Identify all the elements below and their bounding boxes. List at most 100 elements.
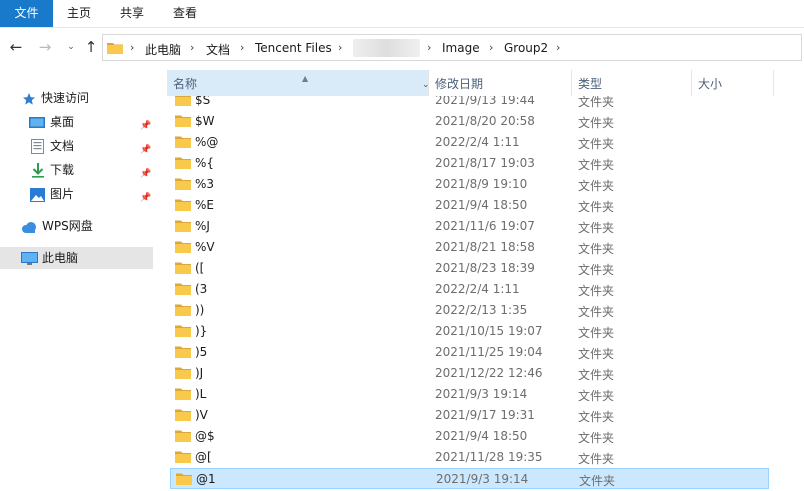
- file-modified-date: 2021/11/25 19:04: [435, 345, 543, 359]
- file-name: )L: [195, 387, 207, 401]
- file-row[interactable]: %@ 2022/2/4 1:11 文件夹: [170, 132, 769, 153]
- breadcrumb-chevron-icon: ›: [489, 41, 494, 54]
- forward-button[interactable]: →: [36, 38, 54, 56]
- breadcrumb-tencent-files[interactable]: Tencent Files: [255, 41, 332, 55]
- breadcrumb-this-pc[interactable]: 此电脑: [145, 41, 181, 58]
- file-row[interactable]: %V 2021/8/21 18:58 文件夹: [170, 237, 769, 258]
- pin-icon[interactable]: 📌: [140, 115, 151, 137]
- sidebar-item-this-pc[interactable]: 此电脑: [0, 247, 153, 269]
- file-row[interactable]: )) 2022/2/13 1:35 文件夹: [170, 300, 769, 321]
- file-type: 文件夹: [578, 284, 615, 298]
- column-header-label: 类型: [578, 77, 603, 91]
- file-modified-date: 2021/9/3 19:14: [436, 472, 529, 486]
- file-row[interactable]: $S 2021/9/13 19:44 文件夹: [170, 96, 769, 111]
- pin-icon[interactable]: 📌: [140, 139, 151, 161]
- column-header-date[interactable]: 修改日期: [429, 70, 572, 96]
- folder-icon: [107, 41, 123, 57]
- folder-icon: [175, 156, 191, 172]
- folder-icon: [175, 408, 191, 424]
- folder-icon: [175, 177, 191, 193]
- address-bar[interactable]: › 此电脑 › 文档 › Tencent Files › › Image › G…: [102, 34, 802, 61]
- breadcrumb-image[interactable]: Image: [442, 41, 480, 55]
- folder-icon: [175, 198, 191, 214]
- redacted-breadcrumb: [353, 39, 420, 57]
- sidebar-item-label: 文档: [50, 139, 75, 153]
- file-row[interactable]: %E 2021/9/4 18:50 文件夹: [170, 195, 769, 216]
- file-name: ([: [195, 261, 205, 275]
- file-row[interactable]: $W 2021/8/20 20:58 文件夹: [170, 111, 769, 132]
- column-header-label: 大小: [698, 77, 723, 91]
- file-modified-date: 2021/8/17 19:03: [435, 156, 535, 170]
- file-modified-date: 2021/12/22 12:46: [435, 366, 543, 380]
- folder-icon: [175, 324, 191, 340]
- star-icon: [22, 91, 36, 113]
- recent-locations-button[interactable]: ⌄: [62, 38, 80, 56]
- column-header-size[interactable]: 大小: [692, 70, 774, 96]
- breadcrumb-documents[interactable]: 文档: [206, 41, 230, 58]
- breadcrumb-chevron-icon: ›: [130, 41, 135, 54]
- folder-icon: [175, 219, 191, 235]
- tab-view[interactable]: 查看: [162, 0, 208, 27]
- folder-icon: [175, 135, 191, 151]
- column-header-label: 名称: [173, 77, 198, 91]
- file-modified-date: 2022/2/4 1:11: [435, 282, 520, 296]
- column-header-type[interactable]: 类型: [572, 70, 692, 96]
- back-button[interactable]: ←: [7, 38, 25, 56]
- sidebar-item-downloads[interactable]: 下载 📌: [0, 159, 155, 181]
- file-row[interactable]: )L 2021/9/3 19:14 文件夹: [170, 384, 769, 405]
- folder-icon: [175, 366, 191, 382]
- breadcrumb-chevron-icon: ›: [338, 41, 343, 54]
- folder-icon: [175, 282, 191, 298]
- file-row[interactable]: @$ 2021/9/4 18:50 文件夹: [170, 426, 769, 447]
- tab-file[interactable]: 文件: [0, 0, 53, 27]
- column-header-name[interactable]: 名称 ▲ ⌄: [167, 70, 430, 96]
- file-type: 文件夹: [578, 242, 615, 256]
- sidebar-item-label: WPS网盘: [42, 219, 93, 233]
- file-row[interactable]: )} 2021/10/15 19:07 文件夹: [170, 321, 769, 342]
- file-type: 文件夹: [578, 200, 615, 214]
- sidebar-item-pictures[interactable]: 图片 📌: [0, 183, 155, 205]
- file-name: $W: [195, 114, 215, 128]
- file-row[interactable]: )5 2021/11/25 19:04 文件夹: [170, 342, 769, 363]
- file-type: 文件夹: [578, 305, 615, 319]
- file-type: 文件夹: [578, 368, 615, 382]
- file-modified-date: 2021/8/23 18:39: [435, 261, 535, 275]
- file-row[interactable]: %J 2021/11/6 19:07 文件夹: [170, 216, 769, 237]
- sidebar-item-wps-drive[interactable]: WPS网盘: [0, 215, 155, 237]
- file-row[interactable]: )J 2021/12/22 12:46 文件夹: [170, 363, 769, 384]
- breadcrumb-group2[interactable]: Group2: [504, 41, 548, 55]
- breadcrumb-chevron-icon: ›: [556, 41, 561, 54]
- file-name: %{: [195, 156, 215, 170]
- sidebar-item-desktop[interactable]: 桌面 📌: [0, 111, 155, 133]
- file-row[interactable]: )V 2021/9/17 19:31 文件夹: [170, 405, 769, 426]
- file-modified-date: 2021/11/6 19:07: [435, 219, 535, 233]
- file-modified-date: 2021/8/20 20:58: [435, 114, 535, 128]
- file-modified-date: 2021/8/21 18:58: [435, 240, 535, 254]
- file-name: %@: [195, 135, 219, 149]
- sidebar-item-label: 图片: [50, 187, 75, 201]
- file-row[interactable]: ([2021/8/23 18:39 文件夹: [170, 258, 769, 279]
- file-name: %E: [195, 198, 214, 212]
- file-row[interactable]: %3 2021/8/9 19:10 文件夹: [170, 174, 769, 195]
- documents-icon: [31, 139, 44, 161]
- file-row[interactable]: @[2021/11/28 19:35 文件夹: [170, 447, 769, 468]
- file-name: @[: [195, 450, 212, 464]
- tab-home[interactable]: 主页: [57, 0, 101, 27]
- file-row[interactable]: @1 2021/9/3 19:14 文件夹: [170, 468, 769, 489]
- up-button[interactable]: ↑: [82, 38, 100, 56]
- folder-icon: [175, 96, 191, 109]
- pin-icon[interactable]: 📌: [140, 187, 151, 209]
- tab-share[interactable]: 共享: [108, 0, 156, 27]
- file-row[interactable]: %{ 2021/8/17 19:03 文件夹: [170, 153, 769, 174]
- file-type: 文件夹: [578, 389, 615, 403]
- file-name: )5: [195, 345, 208, 359]
- sidebar-item-documents[interactable]: 文档 📌: [0, 135, 155, 157]
- file-name: )}: [195, 324, 208, 338]
- sidebar-item-quick-access[interactable]: 快速访问: [0, 87, 155, 109]
- file-list: $S 2021/9/13 19:44 文件夹 $W 2021/8/20 20:58 文件夹…: [160, 96, 804, 491]
- file-type: 文件夹: [578, 158, 615, 172]
- file-name: @$: [195, 429, 215, 443]
- file-row[interactable]: (3 2022/2/4 1:11 文件夹: [170, 279, 769, 300]
- file-modified-date: 2021/8/9 19:10: [435, 177, 528, 191]
- pin-icon[interactable]: 📌: [140, 163, 151, 185]
